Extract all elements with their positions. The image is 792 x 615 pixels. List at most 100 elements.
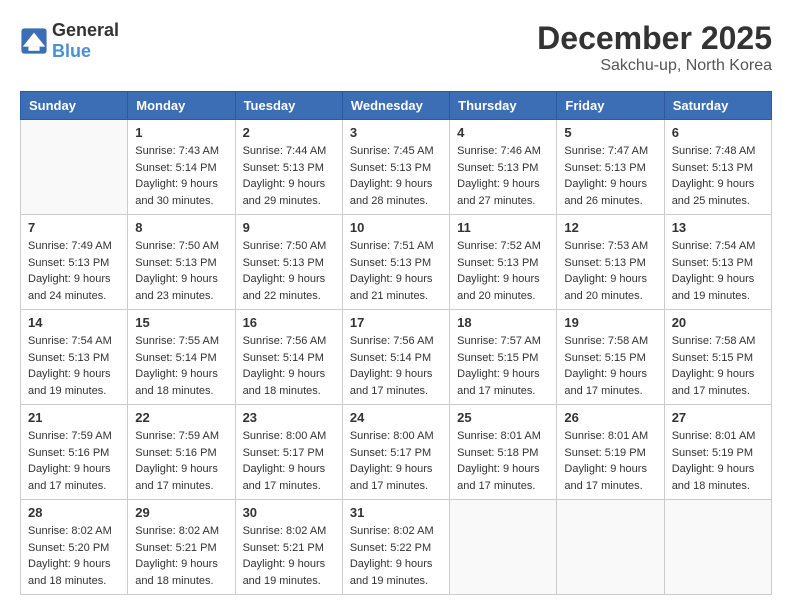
- day-info: Sunrise: 7:50 AMSunset: 5:13 PMDaylight:…: [243, 238, 335, 304]
- day-info: Sunrise: 8:01 AMSunset: 5:18 PMDaylight:…: [457, 428, 549, 494]
- day-number: 10: [350, 220, 442, 235]
- location: Sakchu-up, North Korea: [537, 57, 772, 75]
- day-number: 9: [243, 220, 335, 235]
- week-row-5: 28Sunrise: 8:02 AMSunset: 5:20 PMDayligh…: [21, 500, 772, 595]
- day-info: Sunrise: 8:02 AMSunset: 5:20 PMDaylight:…: [28, 523, 120, 589]
- day-cell: 6Sunrise: 7:48 AMSunset: 5:13 PMDaylight…: [664, 120, 771, 215]
- day-cell: [450, 500, 557, 595]
- day-number: 14: [28, 315, 120, 330]
- day-cell: 28Sunrise: 8:02 AMSunset: 5:20 PMDayligh…: [21, 500, 128, 595]
- day-number: 2: [243, 125, 335, 140]
- day-number: 8: [135, 220, 227, 235]
- day-cell: 30 Sunrise: 8:02 AMSunset: 5:21 PMDayligh…: [235, 500, 342, 595]
- day-cell: 3 Sunrise: 7:45 AMSunset: 5:13 PMDaylight…: [342, 120, 449, 215]
- day-cell: 29Sunrise: 8:02 AMSunset: 5:21 PMDayligh…: [128, 500, 235, 595]
- day-cell: 19 Sunrise: 7:58 AMSunset: 5:15 PMDayligh…: [557, 310, 664, 405]
- logo: General Blue: [20, 20, 119, 62]
- day-cell: 31 Sunrise: 8:02 AMSunset: 5:22 PMDayligh…: [342, 500, 449, 595]
- day-info: Sunrise: 8:00 AMSunset: 5:17 PMDaylight:…: [350, 428, 442, 494]
- day-number: 30: [243, 505, 335, 520]
- day-info: Sunrise: 7:48 AMSunset: 5:13 PMDaylight:…: [672, 143, 764, 209]
- day-cell: 20 Sunrise: 7:58 AMSunset: 5:15 PMDayligh…: [664, 310, 771, 405]
- day-info: Sunrise: 7:59 AMSunset: 5:16 PMDaylight:…: [135, 428, 227, 494]
- month-year: December 2025: [537, 20, 772, 57]
- logo-blue: Blue: [52, 41, 91, 61]
- day-info: Sunrise: 7:55 AMSunset: 5:14 PMDaylight:…: [135, 333, 227, 399]
- day-cell: 26 Sunrise: 8:01 AMSunset: 5:19 PMDayligh…: [557, 405, 664, 500]
- day-cell: 21Sunrise: 7:59 AMSunset: 5:16 PMDayligh…: [21, 405, 128, 500]
- day-cell: [21, 120, 128, 215]
- logo-icon: [20, 27, 48, 55]
- day-info: Sunrise: 8:01 AMSunset: 5:19 PMDaylight:…: [564, 428, 656, 494]
- day-number: 5: [564, 125, 656, 140]
- day-number: 3: [350, 125, 442, 140]
- day-number: 27: [672, 410, 764, 425]
- week-row-4: 21Sunrise: 7:59 AMSunset: 5:16 PMDayligh…: [21, 405, 772, 500]
- week-row-3: 14Sunrise: 7:54 AMSunset: 5:13 PMDayligh…: [21, 310, 772, 405]
- day-info: Sunrise: 7:56 AMSunset: 5:14 PMDaylight:…: [243, 333, 335, 399]
- day-info: Sunrise: 7:59 AMSunset: 5:16 PMDaylight:…: [28, 428, 120, 494]
- day-cell: 8Sunrise: 7:50 AMSunset: 5:13 PMDaylight…: [128, 215, 235, 310]
- day-number: 24: [350, 410, 442, 425]
- day-cell: 23Sunrise: 8:00 AMSunset: 5:17 PMDayligh…: [235, 405, 342, 500]
- day-info: Sunrise: 7:46 AMSunset: 5:13 PMDaylight:…: [457, 143, 549, 209]
- day-number: 18: [457, 315, 549, 330]
- day-info: Sunrise: 7:58 AMSunset: 5:15 PMDaylight:…: [672, 333, 764, 399]
- day-cell: 7 Sunrise: 7:49 AMSunset: 5:13 PMDaylight…: [21, 215, 128, 310]
- day-cell: 25Sunrise: 8:01 AMSunset: 5:18 PMDayligh…: [450, 405, 557, 500]
- weekday-header-tuesday: Tuesday: [235, 92, 342, 120]
- day-cell: [664, 500, 771, 595]
- calendar: SundayMondayTuesdayWednesdayThursdayFrid…: [20, 91, 772, 595]
- day-cell: 9 Sunrise: 7:50 AMSunset: 5:13 PMDaylight…: [235, 215, 342, 310]
- day-info: Sunrise: 7:43 AMSunset: 5:14 PMDaylight:…: [135, 143, 227, 209]
- day-number: 19: [564, 315, 656, 330]
- day-info: Sunrise: 7:56 AMSunset: 5:14 PMDaylight:…: [350, 333, 442, 399]
- day-info: Sunrise: 7:54 AMSunset: 5:13 PMDaylight:…: [672, 238, 764, 304]
- day-number: 11: [457, 220, 549, 235]
- day-number: 31: [350, 505, 442, 520]
- day-info: Sunrise: 7:49 AMSunset: 5:13 PMDaylight:…: [28, 238, 120, 304]
- day-cell: 27 Sunrise: 8:01 AMSunset: 5:19 PMDayligh…: [664, 405, 771, 500]
- day-info: Sunrise: 8:02 AMSunset: 5:21 PMDaylight:…: [135, 523, 227, 589]
- day-cell: 14Sunrise: 7:54 AMSunset: 5:13 PMDayligh…: [21, 310, 128, 405]
- logo-general: General: [52, 20, 119, 40]
- day-cell: 24 Sunrise: 8:00 AMSunset: 5:17 PMDayligh…: [342, 405, 449, 500]
- title-area: December 2025 Sakchu-up, North Korea: [537, 20, 772, 75]
- weekday-header-sunday: Sunday: [21, 92, 128, 120]
- day-cell: 17 Sunrise: 7:56 AMSunset: 5:14 PMDayligh…: [342, 310, 449, 405]
- day-info: Sunrise: 7:58 AMSunset: 5:15 PMDaylight:…: [564, 333, 656, 399]
- logo-text: General Blue: [52, 20, 119, 62]
- day-info: Sunrise: 7:45 AMSunset: 5:13 PMDaylight:…: [350, 143, 442, 209]
- day-info: Sunrise: 7:47 AMSunset: 5:13 PMDaylight:…: [564, 143, 656, 209]
- weekday-header-thursday: Thursday: [450, 92, 557, 120]
- day-cell: 2 Sunrise: 7:44 AMSunset: 5:13 PMDaylight…: [235, 120, 342, 215]
- day-cell: 1 Sunrise: 7:43 AMSunset: 5:14 PMDaylight…: [128, 120, 235, 215]
- day-info: Sunrise: 8:02 AMSunset: 5:21 PMDaylight:…: [243, 523, 335, 589]
- day-number: 16: [243, 315, 335, 330]
- day-cell: 15 Sunrise: 7:55 AMSunset: 5:14 PMDayligh…: [128, 310, 235, 405]
- day-cell: 18Sunrise: 7:57 AMSunset: 5:15 PMDayligh…: [450, 310, 557, 405]
- day-number: 26: [564, 410, 656, 425]
- day-number: 7: [28, 220, 120, 235]
- day-number: 15: [135, 315, 227, 330]
- weekday-header-saturday: Saturday: [664, 92, 771, 120]
- day-cell: 5 Sunrise: 7:47 AMSunset: 5:13 PMDaylight…: [557, 120, 664, 215]
- day-cell: 22 Sunrise: 7:59 AMSunset: 5:16 PMDayligh…: [128, 405, 235, 500]
- day-info: Sunrise: 8:02 AMSunset: 5:22 PMDaylight:…: [350, 523, 442, 589]
- day-info: Sunrise: 7:51 AMSunset: 5:13 PMDaylight:…: [350, 238, 442, 304]
- day-number: 23: [243, 410, 335, 425]
- weekday-header-row: SundayMondayTuesdayWednesdayThursdayFrid…: [21, 92, 772, 120]
- day-number: 22: [135, 410, 227, 425]
- weekday-header-friday: Friday: [557, 92, 664, 120]
- day-number: 20: [672, 315, 764, 330]
- day-info: Sunrise: 7:52 AMSunset: 5:13 PMDaylight:…: [457, 238, 549, 304]
- day-info: Sunrise: 7:44 AMSunset: 5:13 PMDaylight:…: [243, 143, 335, 209]
- day-cell: 11 Sunrise: 7:52 AMSunset: 5:13 PMDayligh…: [450, 215, 557, 310]
- day-cell: 12Sunrise: 7:53 AMSunset: 5:13 PMDayligh…: [557, 215, 664, 310]
- day-cell: 13Sunrise: 7:54 AMSunset: 5:13 PMDayligh…: [664, 215, 771, 310]
- day-number: 12: [564, 220, 656, 235]
- day-number: 17: [350, 315, 442, 330]
- day-number: 1: [135, 125, 227, 140]
- day-info: Sunrise: 8:01 AMSunset: 5:19 PMDaylight:…: [672, 428, 764, 494]
- weekday-header-monday: Monday: [128, 92, 235, 120]
